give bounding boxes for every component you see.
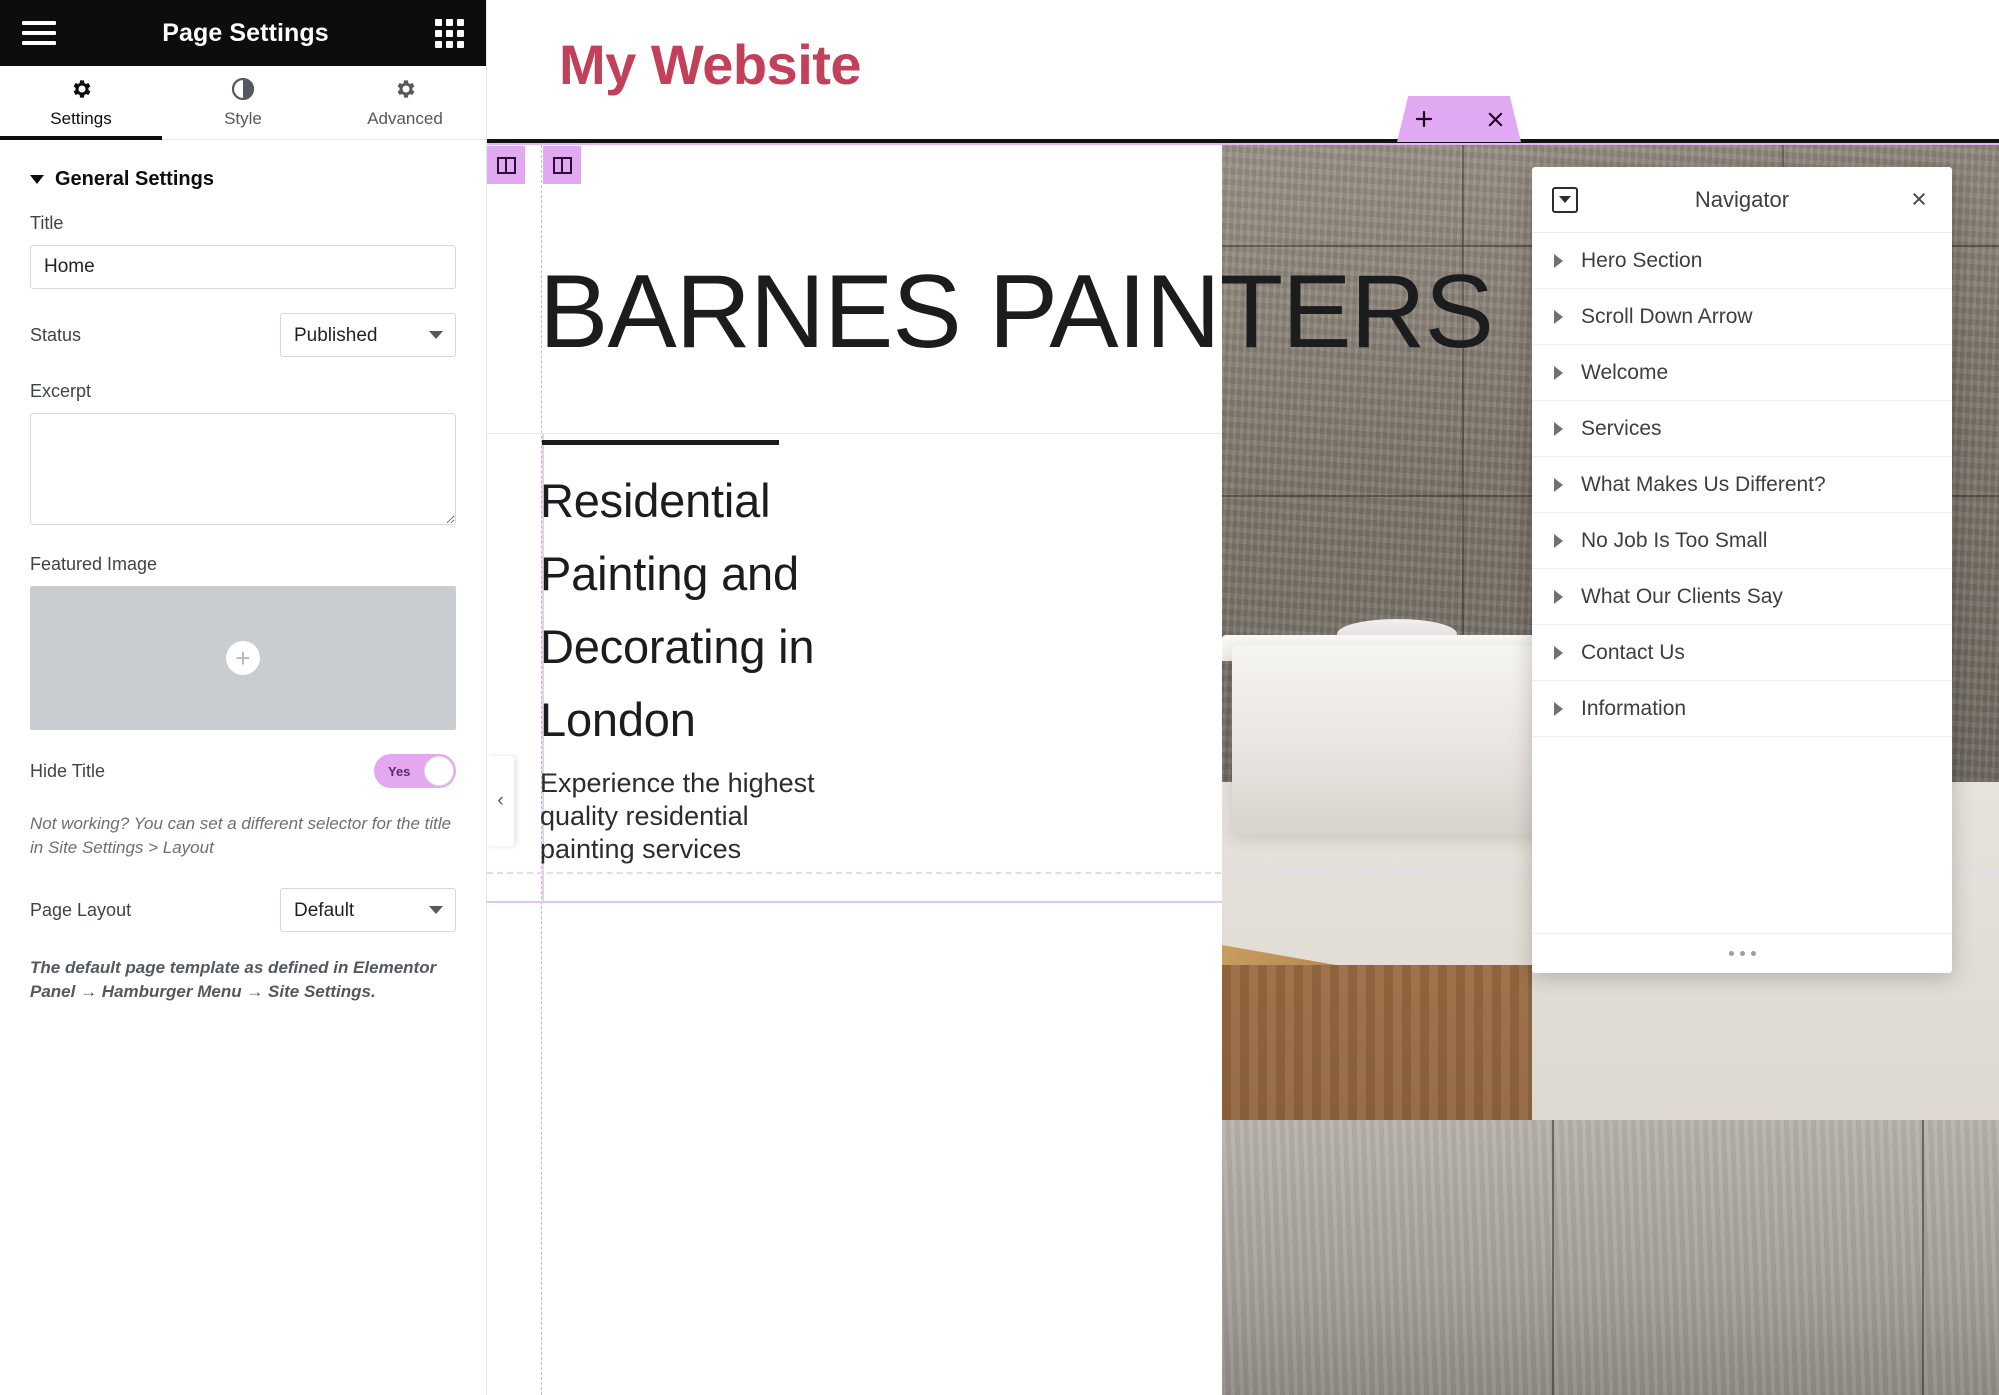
chevron-left-icon: ‹ bbox=[497, 790, 504, 811]
widget-divider-top bbox=[487, 433, 1222, 434]
navigator-item-label: What Our Clients Say bbox=[1581, 584, 1783, 608]
page-layout-select[interactable]: Default bbox=[280, 888, 456, 933]
hide-title-hint: Not working? You can set a different sel… bbox=[30, 814, 452, 858]
panel-collapse-tab[interactable]: ‹ bbox=[487, 756, 514, 846]
caret-down-icon bbox=[1559, 196, 1571, 203]
grid-apps-icon[interactable] bbox=[435, 18, 464, 48]
tab-advanced[interactable]: Advanced bbox=[324, 66, 486, 139]
hero-subheading[interactable]: Residential Painting and Decorating in L… bbox=[540, 465, 840, 756]
gear-icon bbox=[69, 76, 93, 102]
half-circle-contrast-icon bbox=[231, 76, 255, 102]
hamburger-menu-icon[interactable] bbox=[22, 21, 56, 45]
navigator-item-welcome[interactable]: Welcome bbox=[1532, 345, 1952, 401]
caret-right-icon[interactable] bbox=[1554, 533, 1563, 548]
hide-title-field-group: Hide Title Yes bbox=[30, 754, 456, 788]
navigator-list: Hero Section Scroll Down Arrow Welcome S… bbox=[1532, 233, 1952, 933]
caret-right-icon[interactable] bbox=[1554, 309, 1563, 324]
navigator-item-what-makes-us-different[interactable]: What Makes Us Different? bbox=[1532, 457, 1952, 513]
panel-body: General Settings Title Status Published … bbox=[0, 140, 486, 1395]
status-field-group: Status Published bbox=[30, 313, 456, 357]
navigator-item-label: Hero Section bbox=[1581, 248, 1703, 272]
navigator-item-label: Information bbox=[1581, 696, 1687, 720]
caret-right-icon[interactable] bbox=[1554, 253, 1563, 268]
stone-floor bbox=[1222, 1120, 1999, 1395]
toggle-knob bbox=[424, 756, 454, 786]
drag-dots-icon[interactable] bbox=[1450, 113, 1470, 125]
columns-icon bbox=[496, 156, 516, 174]
title-label: Title bbox=[30, 213, 64, 233]
navigator-item-scroll-down-arrow[interactable]: Scroll Down Arrow bbox=[1532, 289, 1952, 345]
navigator-item-hero-section[interactable]: Hero Section bbox=[1532, 233, 1952, 289]
navigator-close-icon[interactable]: × bbox=[1906, 186, 1932, 213]
panel-tabs: Settings Style Advanced bbox=[0, 66, 486, 140]
navigator-item-label: Scroll Down Arrow bbox=[1581, 304, 1753, 328]
status-select[interactable]: Published bbox=[280, 313, 456, 357]
column-handle-2[interactable] bbox=[543, 146, 581, 184]
navigator-item-contact-us[interactable]: Contact Us bbox=[1532, 625, 1952, 681]
tab-settings-label: Settings bbox=[50, 109, 112, 128]
hero-rule-divider bbox=[542, 440, 779, 445]
navigator-item-label: What Makes Us Different? bbox=[1581, 472, 1826, 496]
excerpt-label: Excerpt bbox=[30, 381, 92, 401]
navigator-item-label: Services bbox=[1581, 416, 1662, 440]
close-x-icon[interactable] bbox=[1486, 110, 1505, 129]
navigator-item-information[interactable]: Information bbox=[1532, 681, 1952, 737]
plus-icon[interactable] bbox=[1414, 109, 1434, 129]
tab-style[interactable]: Style bbox=[162, 66, 324, 139]
tab-style-label: Style bbox=[224, 109, 262, 128]
excerpt-field-group: Excerpt bbox=[30, 381, 456, 530]
caret-right-icon[interactable] bbox=[1554, 645, 1563, 660]
title-field-group: Title bbox=[30, 213, 456, 289]
plus-icon[interactable]: + bbox=[226, 641, 260, 675]
elementor-editor: Page Settings Settings Style Advanced Ge… bbox=[0, 0, 1999, 1395]
general-settings-section-header[interactable]: General Settings bbox=[30, 140, 456, 213]
caret-right-icon[interactable] bbox=[1554, 701, 1563, 716]
navigator-panel: Navigator × Hero Section Scroll Down Arr… bbox=[1532, 167, 1952, 973]
navigator-title: Navigator bbox=[1694, 186, 1790, 212]
caret-right-icon[interactable] bbox=[1554, 589, 1563, 604]
tab-advanced-label: Advanced bbox=[367, 109, 443, 128]
resize-dots-icon bbox=[1728, 951, 1756, 956]
hide-title-toggle-value: Yes bbox=[388, 763, 411, 779]
navigator-header: Navigator × bbox=[1532, 167, 1952, 233]
gear-icon bbox=[393, 76, 417, 102]
navigator-resize-handle[interactable] bbox=[1532, 933, 1952, 973]
hide-title-toggle[interactable]: Yes bbox=[374, 754, 456, 788]
caret-right-icon[interactable] bbox=[1554, 365, 1563, 380]
page-layout-label: Page Layout bbox=[30, 899, 132, 920]
featured-image-label: Featured Image bbox=[30, 554, 158, 574]
site-title: My Website bbox=[559, 33, 862, 96]
tab-settings[interactable]: Settings bbox=[0, 66, 162, 140]
caret-down-icon bbox=[30, 175, 44, 184]
settings-panel: Page Settings Settings Style Advanced Ge… bbox=[0, 0, 487, 1395]
page-layout-hint: The default page template as defined in … bbox=[30, 958, 437, 1002]
general-settings-label: General Settings bbox=[55, 168, 214, 190]
navigator-item-label: Welcome bbox=[1581, 360, 1669, 384]
caret-right-icon[interactable] bbox=[1554, 421, 1563, 436]
column-handle-1[interactable] bbox=[487, 146, 525, 184]
excerpt-textarea[interactable] bbox=[30, 413, 456, 525]
featured-image-dropzone[interactable]: + bbox=[30, 586, 456, 730]
hero-paragraph[interactable]: Experience the highest quality residenti… bbox=[540, 767, 830, 866]
featured-image-field-group: Featured Image + bbox=[30, 554, 456, 730]
navigator-item-what-our-clients-say[interactable]: What Our Clients Say bbox=[1532, 569, 1952, 625]
hero-heading[interactable]: BARNES PAINTERS bbox=[539, 260, 1494, 364]
navigator-item-label: Contact Us bbox=[1581, 640, 1685, 664]
page-layout-field-group: Page Layout Default bbox=[30, 888, 456, 933]
panel-header: Page Settings bbox=[0, 0, 486, 66]
status-label: Status bbox=[30, 324, 82, 345]
caret-right-icon[interactable] bbox=[1554, 477, 1563, 492]
title-input[interactable] bbox=[30, 245, 456, 289]
section-toolbar[interactable] bbox=[1397, 96, 1521, 142]
widget-divider-pink bbox=[487, 901, 1222, 903]
dropdown-box-icon[interactable] bbox=[1552, 186, 1578, 213]
navigator-item-no-job-is-too-small[interactable]: No Job Is Too Small bbox=[1532, 513, 1952, 569]
page-title: Page Settings bbox=[162, 18, 329, 47]
page-layout-select-wrapper: Default bbox=[280, 888, 456, 933]
status-select-wrapper: Published bbox=[280, 313, 456, 357]
hide-title-label: Hide Title bbox=[30, 760, 106, 781]
navigator-item-services[interactable]: Services bbox=[1532, 401, 1952, 457]
navigator-item-label: No Job Is Too Small bbox=[1581, 528, 1768, 552]
columns-icon bbox=[552, 156, 572, 174]
